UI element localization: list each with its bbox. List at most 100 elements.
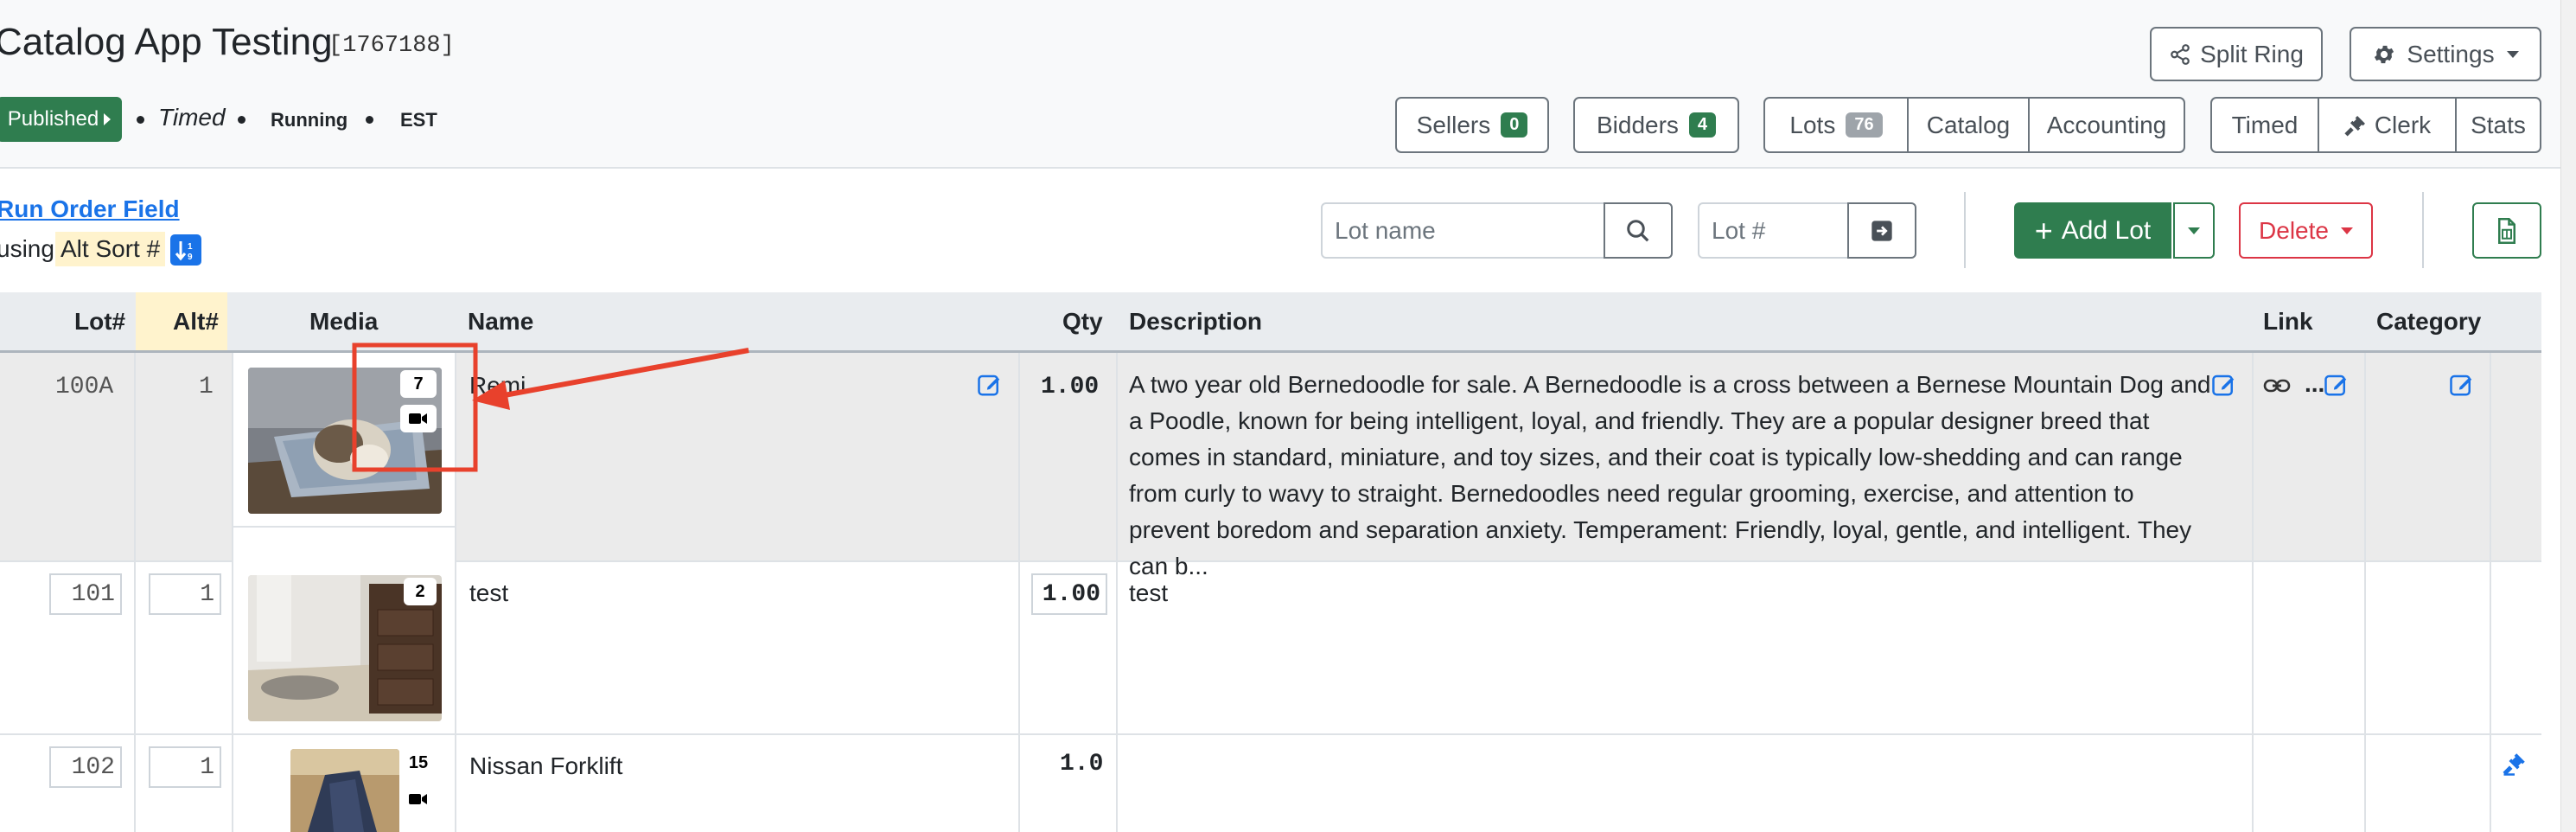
clerk-label: Clerk (2374, 111, 2432, 138)
lot-qty[interactable]: 1.0 (1060, 751, 1103, 778)
lot-qty-input[interactable]: 1.00 (1031, 573, 1107, 615)
lot-number-input[interactable]: Lot # (1698, 202, 1849, 259)
lot-number-input[interactable]: 102 (49, 746, 122, 788)
sellers-count-badge: 0 (1501, 112, 1528, 138)
column-divider (2490, 353, 2491, 832)
media-count-badge: 7 (400, 370, 437, 398)
link-ellipsis: ... (2305, 370, 2325, 397)
video-indicator (400, 405, 437, 432)
alt-number-input[interactable]: 1 (149, 746, 221, 788)
media-cell-footer (233, 526, 455, 562)
edit-description-icon[interactable] (2211, 372, 2237, 398)
clerk-button[interactable]: Clerk (2319, 99, 2457, 151)
stats-button[interactable]: Stats (2457, 99, 2540, 151)
video-indicator (399, 785, 437, 813)
column-divider (1116, 353, 1118, 832)
table-header: Lot# Alt# Media Name Qty Description Lin… (0, 292, 2541, 353)
column-divider (134, 353, 136, 832)
export-spreadsheet-button[interactable] (2472, 202, 2541, 259)
lot-name[interactable]: Remi (469, 372, 526, 400)
page-title: Catalog App Testing (0, 21, 333, 63)
accounting-button[interactable]: Accounting (2030, 99, 2184, 151)
delete-label: Delete (2259, 216, 2329, 244)
using-label: using (0, 235, 54, 262)
lot-name-search-input[interactable]: Lot name (1321, 202, 1605, 259)
caret-right-icon (104, 113, 112, 125)
sort-numeric-down-icon: 1 9 (175, 241, 193, 262)
column-divider (232, 353, 233, 832)
run-order-field-link[interactable]: Run Order Field (0, 195, 180, 223)
auction-id: [1767188] (328, 33, 455, 59)
media-count-badge: 15 (399, 749, 437, 777)
lots-count-badge: 76 (1846, 112, 1883, 138)
sort-field-label: Alt Sort # (55, 232, 166, 266)
lot-description[interactable]: A two year old Bernedoodle for sale. A B… (1129, 367, 2220, 585)
separator-dot (137, 116, 144, 124)
delete-dropdown-button[interactable]: Delete (2239, 202, 2373, 259)
toolbar-divider (2422, 192, 2424, 268)
timed-button[interactable]: Timed (2212, 99, 2319, 151)
bidders-count-badge: 4 (1688, 112, 1717, 138)
column-divider (2252, 353, 2254, 832)
add-lot-dropdown-button[interactable] (2173, 202, 2215, 259)
lot-number: 100A (55, 374, 114, 400)
video-camera-icon (409, 794, 427, 804)
column-header-link: Link (2263, 308, 2313, 335)
split-ring-label: Split Ring (2200, 40, 2304, 67)
published-label: Published (7, 107, 99, 131)
state-label: Running (271, 109, 348, 131)
svg-text:9: 9 (188, 253, 193, 262)
chevron-down-icon (2340, 227, 2353, 234)
column-header-qty[interactable]: Qty (1062, 308, 1103, 336)
column-header-name[interactable]: Name (468, 308, 533, 336)
column-header-lot[interactable]: Lot# (74, 308, 125, 336)
column-header-alt[interactable]: Alt# (173, 308, 219, 336)
video-camera-icon (409, 413, 427, 424)
edit-name-icon[interactable] (977, 372, 1003, 398)
edit-category-icon[interactable] (2449, 372, 2475, 398)
arrow-right-square-icon (1871, 220, 1892, 241)
lot-name[interactable]: test (469, 579, 508, 607)
column-header-category: Category (2376, 308, 2482, 335)
edit-link-icon[interactable] (2324, 372, 2350, 398)
add-lot-button[interactable]: + Add Lot (2014, 202, 2171, 259)
column-header-media: Media (309, 308, 379, 335)
media-count-badge: 2 (404, 578, 437, 605)
bidders-label: Bidders (1596, 111, 1679, 138)
share-nodes-icon (2171, 43, 2190, 65)
timezone-label: EST (400, 109, 437, 131)
column-header-description: Description (1129, 308, 1263, 335)
gavel-icon (2344, 115, 2365, 136)
sellers-label: Sellers (1416, 111, 1491, 138)
mode-label: Timed (158, 104, 226, 131)
separator-dot (238, 116, 245, 124)
bidders-button[interactable]: Bidders 4 (1573, 97, 1739, 153)
settings-dropdown-button[interactable]: Settings (2350, 27, 2541, 81)
link-icon[interactable] (2263, 375, 2291, 396)
toolbar-divider (1964, 192, 1966, 268)
lots-label: Lots (1789, 111, 1836, 138)
lot-description[interactable]: test (1129, 575, 2220, 611)
lot-name[interactable]: Nissan Forklift (469, 752, 622, 780)
go-to-lot-button[interactable] (1847, 202, 1916, 259)
catalog-button[interactable]: Catalog (1909, 99, 2030, 151)
published-status-button[interactable]: Published (0, 97, 122, 142)
sort-direction-button[interactable]: 1 9 (170, 234, 201, 266)
split-ring-button[interactable]: Split Ring (2150, 27, 2323, 81)
lot-name-search-button[interactable] (1604, 202, 1673, 259)
chevron-down-icon (2188, 227, 2200, 234)
sellers-button[interactable]: Sellers 0 (1395, 97, 1549, 153)
alt-number-input[interactable]: 1 (149, 573, 221, 615)
plus-icon: + (2034, 212, 2053, 248)
svg-text:1: 1 (188, 242, 193, 252)
lot-thumbnail-forklift[interactable] (290, 749, 399, 832)
gavel-icon[interactable] (2502, 751, 2528, 777)
column-divider (455, 353, 456, 832)
settings-label: Settings (2407, 40, 2495, 67)
lot-number-input[interactable]: 101 (49, 573, 122, 615)
gear-icon (2375, 45, 2394, 63)
lots-catalog-accounting-group: Lots 76 Catalog Accounting (1763, 97, 2185, 153)
vertical-scrollbar[interactable] (2560, 0, 2576, 832)
lot-qty[interactable]: 1.00 (1041, 374, 1099, 400)
lots-button[interactable]: Lots 76 (1765, 99, 1909, 151)
